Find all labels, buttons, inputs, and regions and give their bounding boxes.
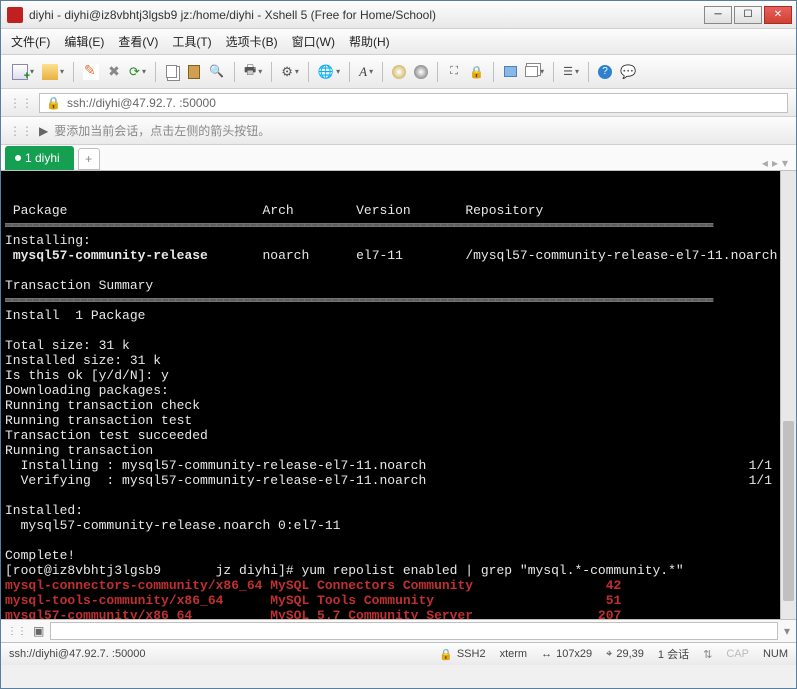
- status-cursor: ⌖ 29,39: [606, 648, 644, 661]
- fullscreen-button[interactable]: ⛶: [444, 61, 464, 83]
- repo-row: mysql57-community/x86_64 MySQL 5.7 Commu…: [5, 608, 621, 619]
- installing-header: Installing:: [5, 233, 91, 248]
- tab-status-dot-icon: [15, 155, 21, 161]
- menu-window[interactable]: 窗口(W): [292, 33, 335, 50]
- feedback-button[interactable]: 💬: [617, 61, 639, 83]
- toolbar: ✖ ⟳ 🖶 ⚙ 🌐 A ⛶ 🔒 ☰ ? 💬: [1, 55, 796, 89]
- downloading: Downloading packages:: [5, 383, 169, 398]
- menu-tools[interactable]: 工具(T): [172, 33, 211, 50]
- run-txn: Running transaction: [5, 443, 153, 458]
- address-input[interactable]: 🔒 ssh://diyhi@47.92.7. :50000: [39, 93, 788, 113]
- compose-target-icon[interactable]: ▣: [33, 624, 44, 638]
- print-button[interactable]: 🖶: [241, 61, 265, 83]
- reconnect-button[interactable]: ⟳: [126, 61, 149, 83]
- divider: ════════════════════════════════════════…: [5, 218, 712, 233]
- grip-icon: ⋮⋮: [9, 96, 33, 110]
- menu-view[interactable]: 查看(V): [118, 33, 158, 50]
- status-updown-icon[interactable]: ⇅: [703, 648, 712, 661]
- status-protocol: 🔒 SSH2: [439, 648, 485, 661]
- menu-help[interactable]: 帮助(H): [349, 33, 390, 50]
- test-ok: Transaction test succeeded: [5, 428, 208, 443]
- language-button[interactable]: 🌐: [315, 61, 343, 83]
- repo-row: mysql-tools-community/x86_64 MySQL Tools…: [5, 593, 621, 608]
- install-count: Install 1 Package: [5, 308, 145, 323]
- add-tab-button[interactable]: +: [78, 148, 100, 170]
- terminal[interactable]: Package Arch Version Repository Size ═══…: [1, 171, 796, 619]
- window-titlebar: diyhi - diyhi@iz8vbhtj3lgsb9 jz:/home/di…: [1, 1, 796, 29]
- repo-row: mysql-connectors-community/x86_64 MySQL …: [5, 578, 621, 593]
- compose-dropdown-icon[interactable]: ▾: [784, 624, 790, 638]
- session-tab[interactable]: 1 diyhi: [5, 146, 74, 170]
- hint-bar: ⋮⋮ ▶ 要添加当前会话，点击左侧的箭头按钮。: [1, 117, 796, 145]
- single-window-button[interactable]: [500, 61, 520, 83]
- disconnect-button[interactable]: ✖: [104, 61, 124, 83]
- tab-prev-icon[interactable]: ◂: [762, 156, 768, 170]
- copy-button[interactable]: [162, 61, 182, 83]
- tab-menu-icon[interactable]: ▾: [782, 156, 788, 170]
- status-bar: ssh://diyhi@47.92.7. :50000 🔒 SSH2 xterm…: [1, 643, 796, 665]
- scrollbar-vertical[interactable]: [780, 171, 796, 619]
- open-button[interactable]: [39, 61, 67, 83]
- minimize-button[interactable]: ─: [704, 6, 732, 24]
- verify-line: Verifying : mysql57-community-release-el…: [5, 473, 426, 488]
- installed-pkg: mysql57-community-release.noarch 0:el7-1…: [5, 518, 340, 533]
- connect-button[interactable]: [80, 61, 102, 83]
- install-line: Installing : mysql57-community-release-e…: [5, 458, 426, 473]
- find-button[interactable]: [206, 61, 228, 83]
- color1-button[interactable]: [389, 61, 409, 83]
- status-num: NUM: [763, 648, 788, 660]
- window-title: diyhi - diyhi@iz8vbhtj3lgsb9 jz:/home/di…: [29, 8, 702, 22]
- lock-button[interactable]: 🔒: [466, 61, 487, 83]
- view-list-button[interactable]: ☰: [560, 61, 582, 83]
- bookmark-add-icon[interactable]: ▶: [39, 124, 48, 138]
- table-row: mysql57-community-release noarch el7-11 …: [5, 248, 796, 263]
- menu-bar: 文件(F) 编辑(E) 查看(V) 工具(T) 选项卡(B) 窗口(W) 帮助(…: [1, 29, 796, 55]
- status-size: ↔ 107x29: [541, 648, 592, 660]
- compose-bar: ⋮⋮ ▣ ▾: [1, 619, 796, 643]
- grip-icon: ⋮⋮: [9, 124, 33, 138]
- help-button[interactable]: ?: [595, 61, 615, 83]
- maximize-button[interactable]: ☐: [734, 6, 762, 24]
- divider: ════════════════════════════════════════…: [5, 293, 712, 308]
- close-button[interactable]: ✕: [764, 6, 792, 24]
- properties-button[interactable]: ⚙: [278, 61, 302, 83]
- color2-button[interactable]: [411, 61, 431, 83]
- menu-file[interactable]: 文件(F): [11, 33, 50, 50]
- transaction-summary: Transaction Summary: [5, 278, 153, 293]
- status-sessions: 1 会话: [658, 646, 689, 662]
- table-header: Package Arch Version Repository Size: [5, 203, 796, 218]
- font-button[interactable]: A: [356, 61, 376, 83]
- scroll-thumb[interactable]: [783, 421, 794, 601]
- app-icon: [7, 7, 23, 23]
- grip-icon: ⋮⋮: [7, 626, 27, 637]
- installed-header: Installed:: [5, 503, 83, 518]
- installed-size: Installed size: 31 k: [5, 353, 161, 368]
- address-bar: ⋮⋮ 🔒 ssh://diyhi@47.92.7. :50000: [1, 89, 796, 117]
- lock-icon: 🔒: [46, 96, 61, 110]
- confirm-prompt: Is this ok [y/d/N]: y: [5, 368, 169, 383]
- menu-edit[interactable]: 编辑(E): [64, 33, 104, 50]
- status-termtype: xterm: [500, 648, 528, 660]
- paste-button[interactable]: [184, 61, 204, 83]
- cmd-line: [root@iz8vbhtj3lgsb9 jz diyhi]# yum repo…: [5, 563, 684, 578]
- complete: Complete!: [5, 548, 75, 563]
- address-url: ssh://diyhi@47.92.7. :50000: [67, 96, 216, 110]
- tab-next-icon[interactable]: ▸: [772, 156, 778, 170]
- hint-text: 要添加当前会话，点击左侧的箭头按钮。: [54, 122, 270, 139]
- status-connection: ssh://diyhi@47.92.7. :50000: [9, 648, 146, 660]
- compose-input[interactable]: [50, 622, 778, 640]
- menu-tab[interactable]: 选项卡(B): [226, 33, 278, 50]
- tab-bar: 1 diyhi + ◂ ▸ ▾: [1, 145, 796, 171]
- new-session-button[interactable]: [9, 61, 37, 83]
- tab-label: 1 diyhi: [25, 151, 60, 165]
- run-check: Running transaction check: [5, 398, 200, 413]
- status-cap: CAP: [726, 648, 749, 660]
- multi-window-button[interactable]: [522, 61, 547, 83]
- run-test: Running transaction test: [5, 413, 192, 428]
- total-size: Total size: 31 k: [5, 338, 130, 353]
